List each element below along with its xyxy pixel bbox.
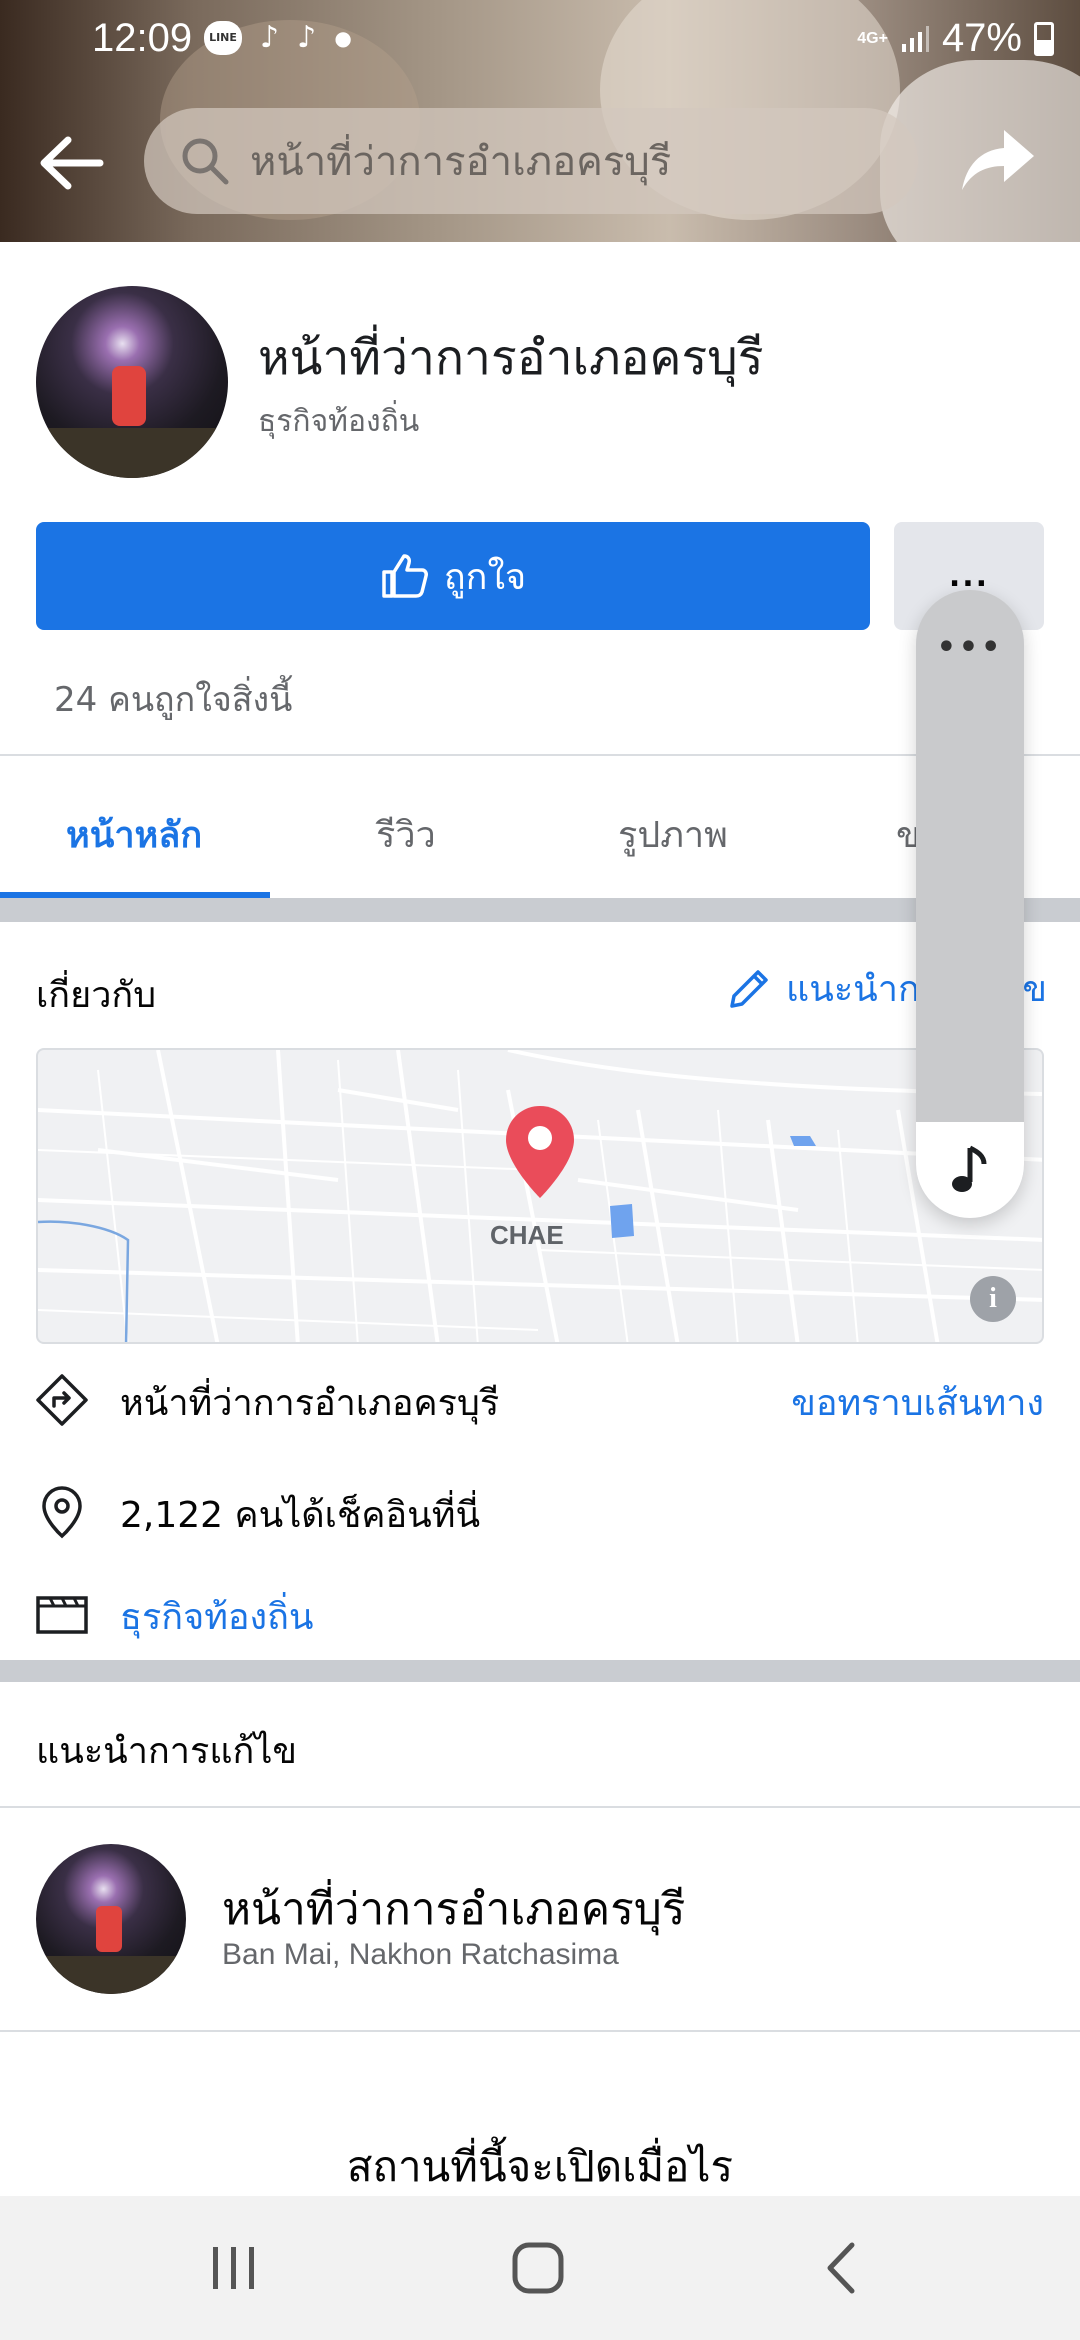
like-count: 24 คนถูกใจสิ่งนี้ [54,680,293,720]
network-type: 4G+ [857,29,888,47]
section-separator-2 [0,1660,1080,1682]
get-directions-link[interactable]: ขอทราบเส้นทาง [791,1374,1044,1431]
about-heading: เกี่ยวกับ [36,975,157,1016]
signal-icon [901,25,929,52]
search-bar[interactable]: หน้าที่ว่าการอำเภอครบุรี [144,108,918,214]
tab-photos[interactable]: รูปภาพ [618,806,728,863]
like-button-label: ถูกใจ [443,556,527,598]
suggest-edits-heading: แนะนำการแก้ไข [36,1731,298,1772]
dot-icon: ● [334,25,352,50]
pencil-icon [730,969,768,1008]
recent-apps-icon [213,2247,254,2289]
recent-apps-button[interactable] [204,2238,264,2298]
home-button[interactable] [508,2238,568,2298]
share-arrow-icon [962,130,1034,190]
map-info-icon[interactable]: i [970,1276,1016,1322]
category-link[interactable]: ธุรกิจท้องถิ่น [120,1588,314,1645]
music-note-icon [952,1145,987,1192]
directions-icon [36,1374,88,1426]
system-nav-bar [0,2196,1080,2340]
status-right: 4G+ 47% [857,16,1054,61]
page-avatar[interactable] [36,286,228,478]
category-row: ธุรกิจท้องถิ่น [0,1572,1080,1652]
map-preview[interactable]: CHAE i [36,1048,1044,1344]
tab-reviews[interactable]: รีวิว [376,806,436,863]
system-back-button[interactable] [812,2238,872,2298]
floating-music-widget[interactable]: ••• [916,590,1024,1218]
search-icon [182,138,229,185]
tab-home[interactable]: หน้าหลัก [66,806,202,863]
share-button[interactable] [958,120,1038,200]
open-hours-heading: สถานที่นี้จะเปิดเมื่อไร [346,2142,734,2191]
like-button[interactable]: ถูกใจ [36,522,870,630]
map-area-label: CHAE [490,1220,564,1250]
chevron-left-icon [827,2242,855,2294]
line-app-icon: LINE [204,20,242,55]
status-bar: 12:09 LINE ♪ ♪ ● 4G+ 47% [0,0,1080,82]
suggestion-location: Ban Mai, Nakhon Ratchasima [222,1938,619,1971]
address-row: หน้าที่ว่าการอำเภอครบุรี ขอทราบเส้นทาง [0,1358,1080,1438]
checkins-row: 2,122 คนได้เช็คอินที่นี่ [0,1470,1080,1550]
thumbs-up-icon [382,554,428,598]
page-category: ธุรกิจท้องถิ่น [258,404,420,439]
status-time: 12:09 [92,16,193,60]
widget-music-button[interactable] [916,1122,1024,1218]
arrow-left-icon [40,136,104,190]
page-title: หน้าที่ว่าการอำเภอครบุรี [258,330,764,386]
address-text: หน้าที่ว่าการอำเภอครบุรี [120,1383,500,1424]
suggestion-name: หน้าที่ว่าการอำเภอครบุรี [222,1884,686,1935]
divider-3 [0,2030,1080,2032]
notification-icons: LINE ♪ ♪ ● [204,20,352,55]
battery-percent: 47% [941,16,1022,60]
map-pin-icon [506,1106,574,1198]
tiktok-icon-2: ♪ [297,20,317,55]
location-pin-icon [42,1486,82,1539]
suggestion-avatar [36,1844,186,1994]
back-button[interactable] [36,128,106,198]
home-circle-icon [512,2242,564,2294]
tiktok-icon: ♪ [260,20,280,55]
category-icon [36,1596,88,1634]
battery-icon [1034,21,1054,56]
suggestion-item[interactable]: หน้าที่ว่าการอำเภอครบุรี Ban Mai, Nakhon… [0,1808,1080,2030]
widget-menu-icon[interactable]: ••• [916,630,1024,665]
search-text: หน้าที่ว่าการอำเภอครบุรี [250,139,672,185]
checkins-text: 2,122 คนได้เช็คอินที่นี่ [120,1495,481,1536]
